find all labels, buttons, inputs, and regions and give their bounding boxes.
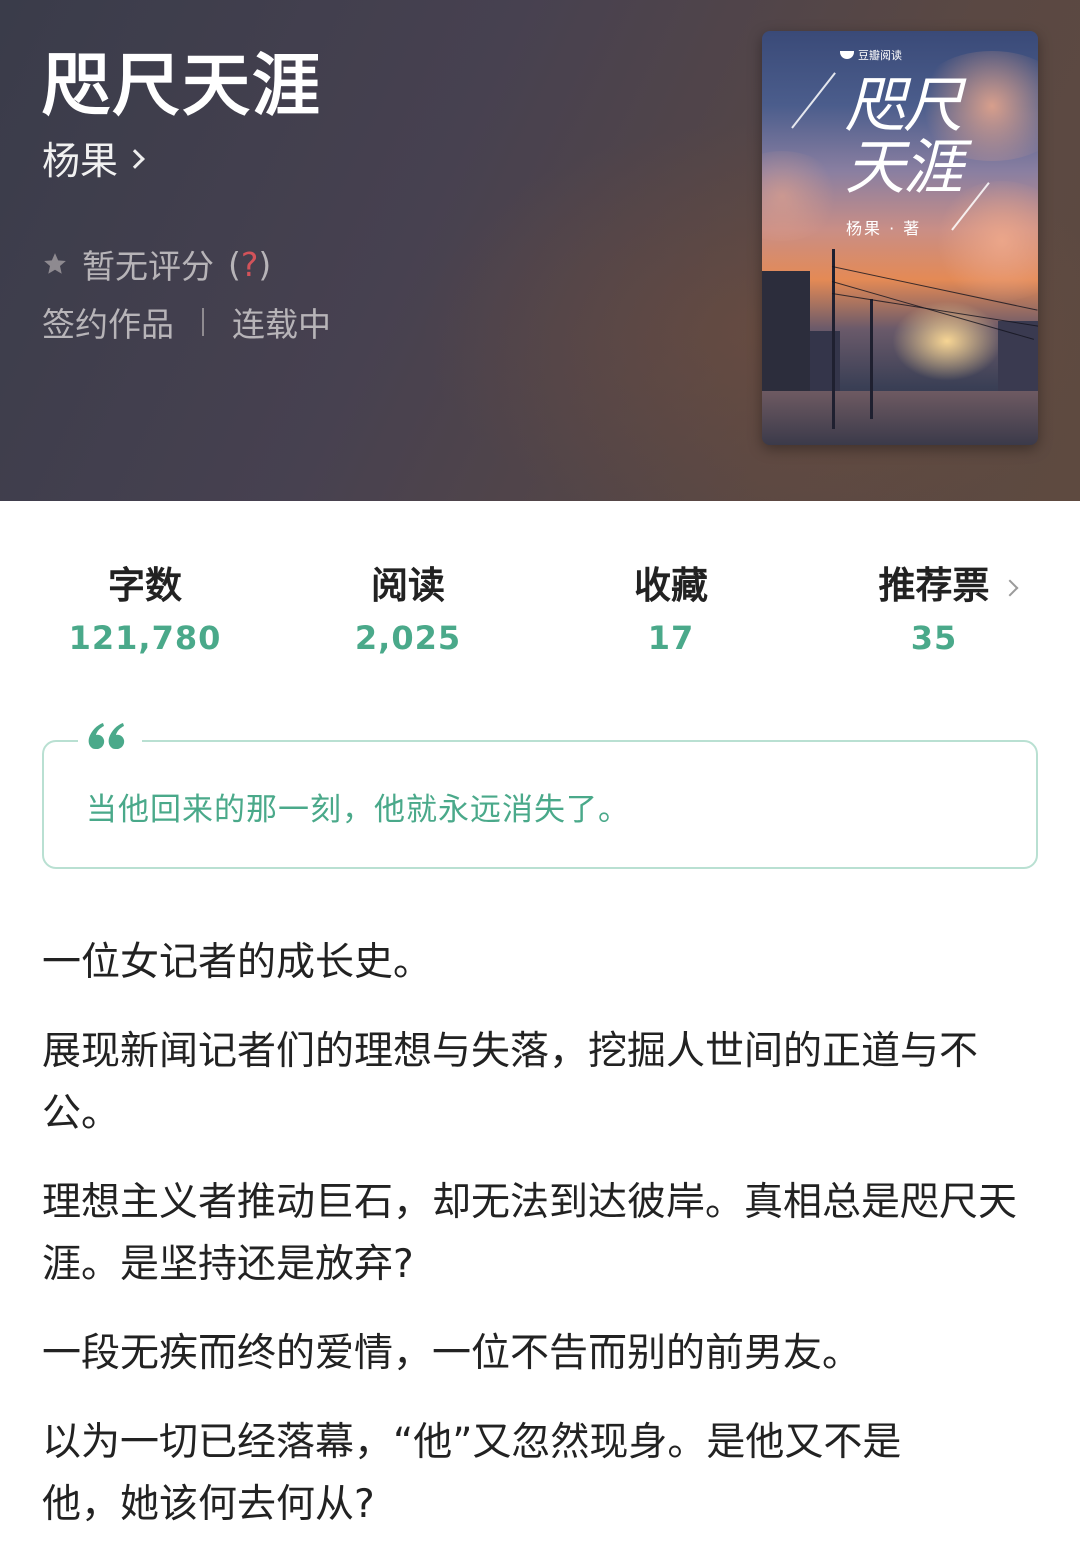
cover-brand-name: 豆瓣阅读 [858, 49, 902, 62]
tagline-box: 当他回来的那一刻，他就永远消失了。 [42, 720, 1038, 869]
stat-favorites: 收藏 17 [551, 560, 791, 664]
brand-logo-icon [840, 51, 854, 59]
cover-author: 杨果 · 著 [846, 219, 922, 238]
synopsis-paragraph: 一位女记者的成长史。 [42, 940, 433, 985]
book-header: 咫尺天涯 杨果 暂无评分 (?) 签约作品 连载中 豆瓣阅读 咫尺 天涯 杨果 … [0, 0, 1080, 501]
book-cover[interactable]: 豆瓣阅读 咫尺 天涯 杨果 · 著 [762, 31, 1038, 445]
cover-pole [832, 249, 835, 429]
stat-value: 121,780 [68, 619, 222, 657]
synopsis-paragraph: 一段无疾而终的爱情，一位不告而别的前男友。 [42, 1331, 862, 1376]
contract-status: 签约作品 [42, 305, 174, 344]
rating-help-button[interactable]: (?) [228, 245, 271, 284]
author-link[interactable]: 杨果 [42, 130, 145, 185]
star-icon [42, 251, 68, 277]
stat-value: 35 [910, 619, 958, 657]
tagline-text: 当他回来的那一刻，他就永远消失了。 [86, 792, 630, 828]
cover-title-line: 天涯 [845, 133, 963, 203]
stat-label: 字数 [108, 564, 182, 607]
rating-row: 暂无评分 (?) [42, 240, 271, 288]
cover-road [762, 391, 1038, 445]
cover-title: 咫尺 天涯 [828, 75, 978, 199]
cover-pole [870, 299, 873, 419]
synopsis-paragraph: 展现新闻记者们的理想与失落，挖掘人世间的正道与不公。 [42, 1029, 979, 1136]
rating-text: 暂无评分 [82, 247, 214, 286]
book-stats: 字数 121,780 阅读 2,025 收藏 17 推荐票 35 [0, 560, 1080, 660]
author-name: 杨果 [42, 139, 119, 183]
stat-value: 17 [647, 619, 695, 657]
stat-label: 推荐票 [878, 564, 990, 607]
stat-recommend-votes[interactable]: 推荐票 35 [814, 560, 1054, 664]
stat-label: 收藏 [634, 564, 708, 607]
synopsis-paragraph: 理想主义者推动巨石，却无法到达彼岸。真相总是咫尺天涯。是坚持还是放弃? [42, 1180, 1018, 1287]
synopsis-paragraph: 以为一切已经落幕，“他”又忽然现身。是他又不是他，她该何去何从? [42, 1420, 902, 1527]
meta-divider [202, 308, 204, 336]
serial-status: 连载中 [232, 305, 331, 344]
stat-label: 阅读 [371, 564, 445, 607]
stat-word-count: 字数 121,780 [25, 560, 265, 664]
synopsis: 一位女记者的成长史。 展现新闻记者们的理想与失落，挖掘人世间的正道与不公。 理想… [42, 932, 1042, 1563]
book-meta: 签约作品 连载中 [42, 298, 331, 346]
help-paren-open: ( [228, 244, 241, 284]
help-icon: ? [240, 244, 259, 284]
chevron-right-icon [125, 148, 145, 169]
cover-title-line: 咫尺 [845, 71, 963, 141]
book-title: 咫尺天涯 [42, 47, 323, 126]
cover-brand: 豆瓣阅读 [840, 47, 902, 63]
stat-value: 2,025 [354, 619, 462, 657]
quote-mark-icon [78, 720, 142, 750]
stat-reads: 阅读 2,025 [288, 560, 528, 664]
help-paren-close: ) [258, 244, 272, 284]
